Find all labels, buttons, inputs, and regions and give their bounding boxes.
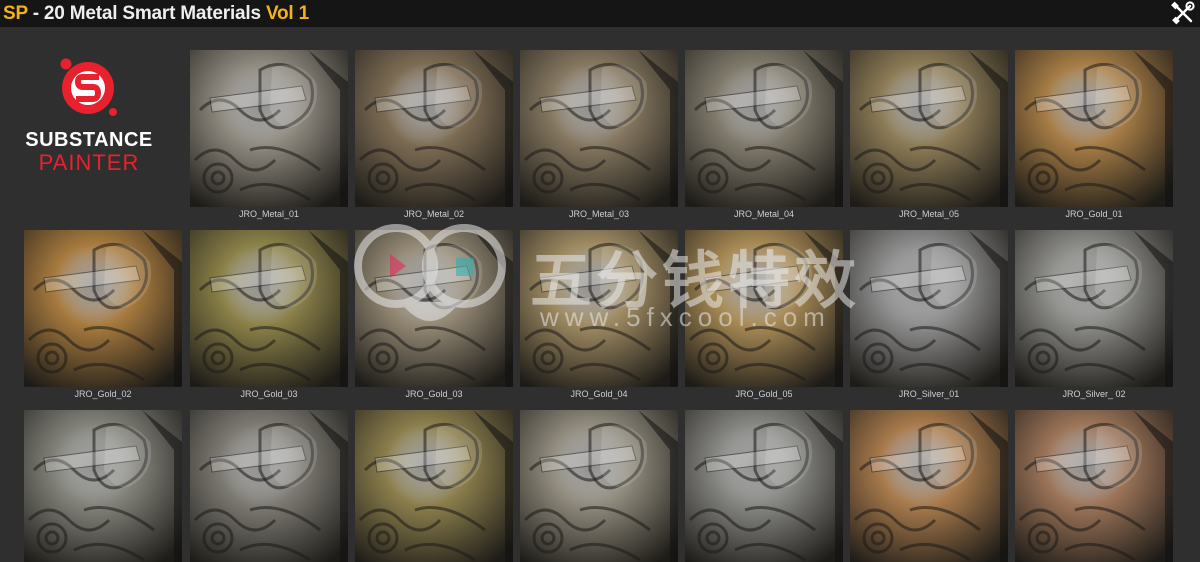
material-label: JRO_Gold_03: [240, 389, 298, 399]
material-thumbnail[interactable]: [24, 410, 182, 562]
material-thumbnail[interactable]: [850, 50, 1008, 207]
material-label: JRO_Metal_04: [733, 209, 795, 219]
material-thumbnail[interactable]: [355, 50, 513, 207]
material-thumbnail[interactable]: [1015, 50, 1173, 207]
material-thumbnail[interactable]: [520, 230, 678, 387]
material-label: JRO_Gold_02: [74, 389, 132, 399]
material-thumbnail[interactable]: [685, 50, 843, 207]
material-thumbnail[interactable]: [520, 410, 678, 562]
material-label: JRO_Silver_ 02: [1062, 389, 1126, 399]
material-thumbnail[interactable]: [685, 230, 843, 387]
material-thumbnail[interactable]: [355, 410, 513, 562]
material-thumbnail[interactable]: [850, 230, 1008, 387]
material-label: JRO_Gold_04: [570, 389, 628, 399]
material-label: JRO_Metal_01: [238, 209, 300, 219]
material-thumbnail[interactable]: [1015, 410, 1173, 562]
material-grid: JRO_Metal_01 JRO_Metal_02 JRO_Metal_03 JRO_…: [0, 0, 1200, 562]
material-label: JRO_Silver_01: [898, 389, 960, 399]
material-label: JRO_Gold_05: [735, 389, 793, 399]
material-thumbnail[interactable]: [355, 230, 513, 387]
material-thumbnail[interactable]: [190, 410, 348, 562]
material-label: JRO_Metal_02: [403, 209, 465, 219]
material-thumbnail[interactable]: [190, 230, 348, 387]
material-thumbnail[interactable]: [190, 50, 348, 207]
material-label: JRO_Gold_01: [1065, 209, 1123, 219]
material-thumbnail[interactable]: [685, 410, 843, 562]
material-thumbnail[interactable]: [520, 50, 678, 207]
material-thumbnail[interactable]: [24, 230, 182, 387]
material-label: JRO_Metal_05: [898, 209, 960, 219]
material-label: JRO_Gold_03: [405, 389, 463, 399]
material-label: JRO_Metal_03: [568, 209, 630, 219]
material-thumbnail[interactable]: [850, 410, 1008, 562]
material-thumbnail[interactable]: [1015, 230, 1173, 387]
